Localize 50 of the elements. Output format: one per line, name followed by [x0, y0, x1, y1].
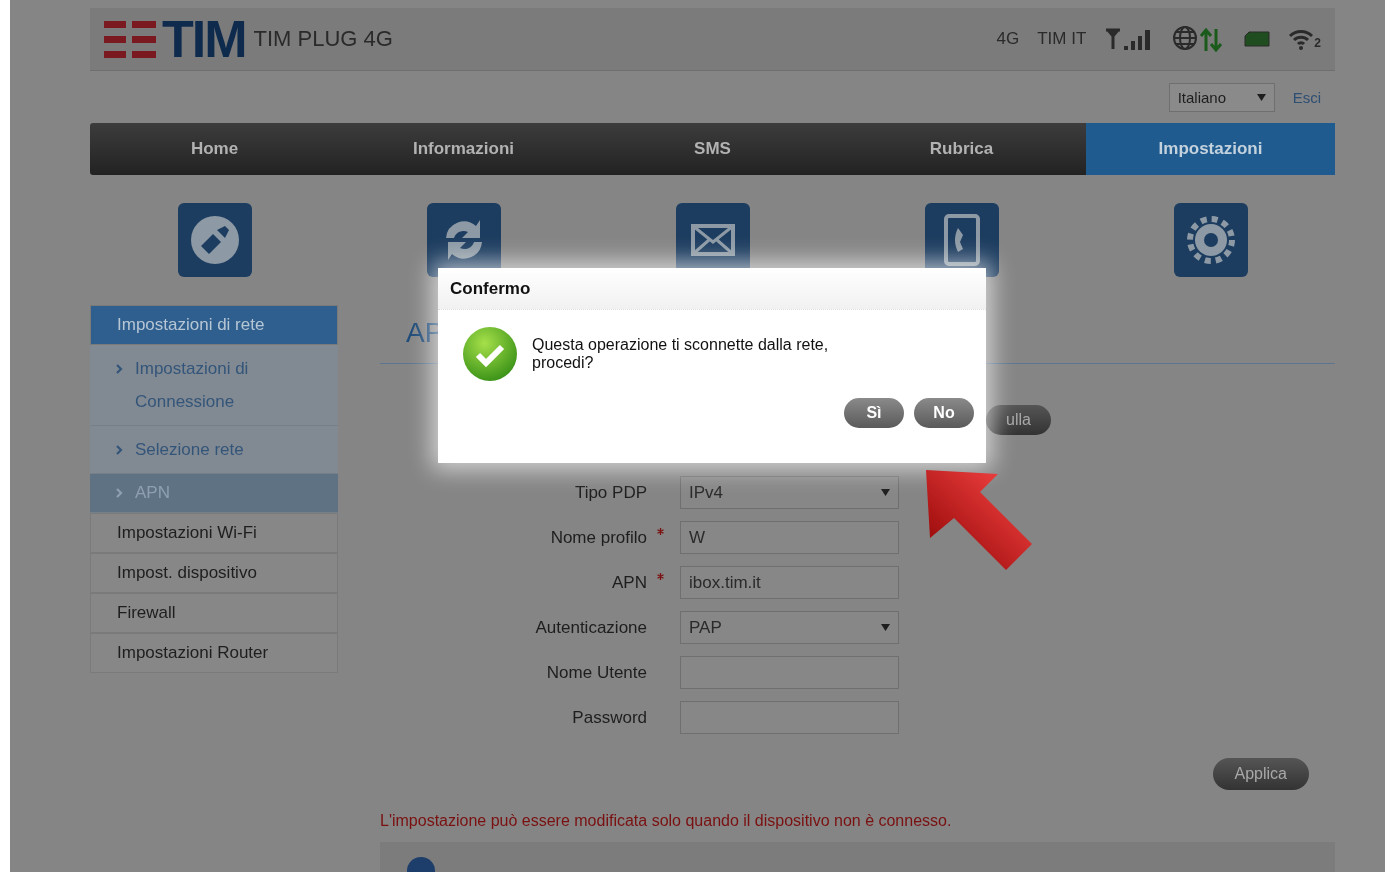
- check-icon: [462, 326, 518, 382]
- logo-stripes-icon: [104, 19, 156, 59]
- dialog-title: Confermo: [438, 268, 986, 310]
- input-field[interactable]: [680, 656, 899, 689]
- sidebar-item[interactable]: Impostazioni Router: [90, 633, 338, 674]
- wifi-icon: [1288, 28, 1315, 50]
- chevron-icon: [116, 488, 123, 499]
- caret-icon: [1256, 93, 1266, 101]
- input-field[interactable]: ibox.tim.it: [680, 566, 899, 599]
- operator-name: TIM IT: [1037, 29, 1087, 49]
- nav-tab[interactable]: Impostazioni: [1086, 123, 1335, 175]
- gear-icon[interactable]: [1172, 202, 1249, 278]
- network-settings-icon[interactable]: [176, 202, 253, 278]
- language-select[interactable]: Italiano: [1168, 82, 1275, 112]
- nav-tab[interactable]: Home: [90, 123, 339, 175]
- sim-card-icon: [1244, 31, 1271, 47]
- dropdown-field[interactable]: PAP: [680, 611, 899, 644]
- field-label: Password: [572, 707, 647, 728]
- sidebar-item[interactable]: Firewall: [90, 593, 338, 634]
- product-name: TIM PLUG 4G: [253, 26, 393, 52]
- dialog-message: Questa operazione ti sconnette dalla rete, procedi?: [532, 336, 830, 372]
- nav-tab[interactable]: Rubrica: [837, 123, 1086, 175]
- warning-note: L'impostazione può essere modificata solo quando il dispositivo non è connesso.: [380, 812, 953, 830]
- cancel-button[interactable]: ulla: [986, 405, 1051, 435]
- caret-icon: [881, 624, 890, 631]
- chevron-icon: [116, 445, 123, 456]
- field-label: Nome Utente: [546, 662, 647, 683]
- nav-tab[interactable]: Informazioni: [339, 123, 588, 175]
- input-field[interactable]: [680, 701, 899, 734]
- sidebar-item[interactable]: Impost. dispositivo: [90, 553, 338, 594]
- chevron-icon: [116, 364, 123, 374]
- field-label: Nome profilo: [550, 527, 647, 548]
- field-label: Tipo PDP: [574, 482, 647, 503]
- caret-icon: [881, 489, 890, 496]
- sidebar-item[interactable]: Impostazioni Wi-Fi: [90, 513, 338, 554]
- field-label: Autenticazione: [535, 617, 647, 638]
- network-type: 4G: [996, 29, 1020, 49]
- phone-book-icon[interactable]: [923, 202, 1000, 278]
- nav-tab[interactable]: SMS: [588, 123, 837, 175]
- dialog-button[interactable]: Sì: [844, 398, 904, 428]
- dropdown-field[interactable]: IPv4: [680, 476, 899, 509]
- sidebar-item[interactable]: Impostazioni di rete: [90, 305, 338, 345]
- input-field[interactable]: W: [680, 521, 899, 554]
- wifi-client-count: 2: [1314, 36, 1321, 50]
- refresh-arrows-icon[interactable]: [425, 202, 502, 278]
- apply-button[interactable]: Applica: [1212, 758, 1309, 790]
- logo-text: TIM: [162, 13, 246, 65]
- help-icon: [406, 856, 436, 872]
- dialog-button[interactable]: No: [914, 398, 974, 428]
- field-label: APN: [612, 572, 647, 593]
